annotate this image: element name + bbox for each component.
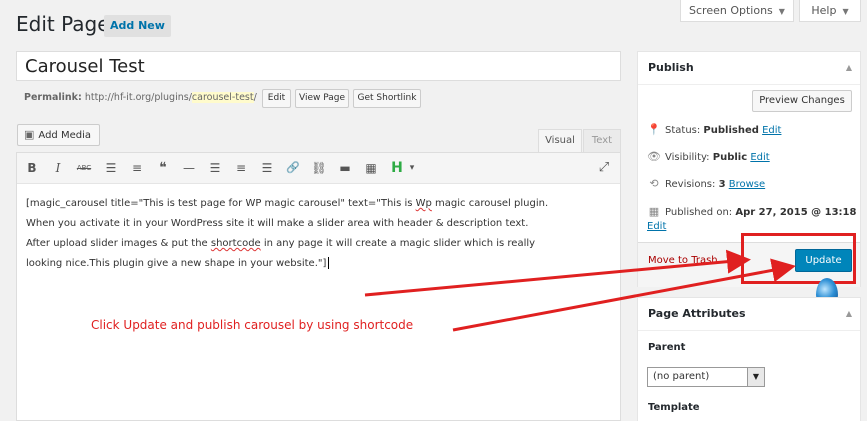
annotation-arrows (364, 249, 796, 332)
annotation-arrow (452, 258, 796, 332)
annotation-arrow (364, 249, 751, 297)
